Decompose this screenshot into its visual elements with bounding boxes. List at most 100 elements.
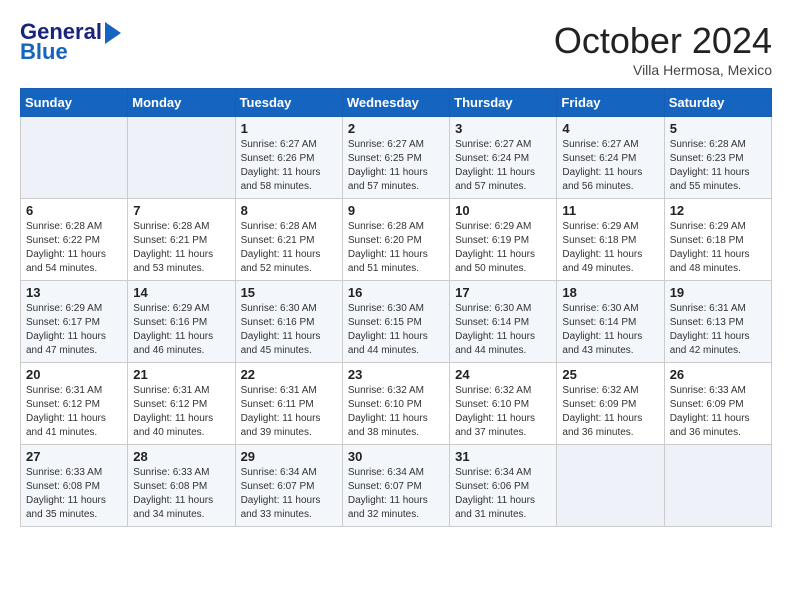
day-info: Sunrise: 6:27 AM Sunset: 6:24 PM Dayligh…	[562, 138, 658, 194]
day-info: Sunrise: 6:31 AM Sunset: 6:12 PM Dayligh…	[26, 384, 122, 440]
day-number: 27	[26, 449, 122, 464]
calendar-day-cell: 28 Sunrise: 6:33 AM Sunset: 6:08 PM Dayli…	[128, 445, 235, 527]
day-info: Sunrise: 6:30 AM Sunset: 6:14 PM Dayligh…	[562, 302, 658, 358]
day-info: Sunrise: 6:34 AM Sunset: 6:07 PM Dayligh…	[241, 466, 337, 522]
calendar-week-row: 1 Sunrise: 6:27 AM Sunset: 6:26 PM Daylig…	[21, 117, 772, 199]
calendar-day-cell: 14 Sunrise: 6:29 AM Sunset: 6:16 PM Dayli…	[128, 281, 235, 363]
calendar-day-cell: 16Sunrise: 6:30 AM Sunset: 6:15 PM Dayli…	[342, 281, 449, 363]
day-number: 31	[455, 449, 551, 464]
day-number: 7	[133, 203, 229, 218]
day-number: 17	[455, 285, 551, 300]
weekday-header: Wednesday	[342, 89, 449, 117]
calendar-day-cell	[128, 117, 235, 199]
day-number: 10	[455, 203, 551, 218]
calendar-day-cell: 7 Sunrise: 6:28 AM Sunset: 6:21 PM Daylig…	[128, 199, 235, 281]
day-info: Sunrise: 6:29 AM Sunset: 6:17 PM Dayligh…	[26, 302, 122, 358]
calendar: SundayMondayTuesdayWednesdayThursdayFrid…	[20, 88, 772, 527]
calendar-day-cell: 1 Sunrise: 6:27 AM Sunset: 6:26 PM Daylig…	[235, 117, 342, 199]
calendar-day-cell: 22Sunrise: 6:31 AM Sunset: 6:11 PM Dayli…	[235, 363, 342, 445]
calendar-day-cell: 13Sunrise: 6:29 AM Sunset: 6:17 PM Dayli…	[21, 281, 128, 363]
calendar-header-row: SundayMondayTuesdayWednesdayThursdayFrid…	[21, 89, 772, 117]
day-info: Sunrise: 6:30 AM Sunset: 6:14 PM Dayligh…	[455, 302, 551, 358]
day-info: Sunrise: 6:29 AM Sunset: 6:18 PM Dayligh…	[562, 220, 658, 276]
day-number: 18	[562, 285, 658, 300]
day-number: 28	[133, 449, 229, 464]
calendar-day-cell: 26 Sunrise: 6:33 AM Sunset: 6:09 PM Dayli…	[664, 363, 771, 445]
day-info: Sunrise: 6:32 AM Sunset: 6:10 PM Dayligh…	[455, 384, 551, 440]
day-info: Sunrise: 6:28 AM Sunset: 6:23 PM Dayligh…	[670, 138, 766, 194]
calendar-day-cell: 20 Sunrise: 6:31 AM Sunset: 6:12 PM Dayli…	[21, 363, 128, 445]
day-number: 24	[455, 367, 551, 382]
calendar-day-cell: 18 Sunrise: 6:30 AM Sunset: 6:14 PM Dayli…	[557, 281, 664, 363]
calendar-day-cell: 23 Sunrise: 6:32 AM Sunset: 6:10 PM Dayli…	[342, 363, 449, 445]
day-number: 25	[562, 367, 658, 382]
day-info: Sunrise: 6:27 AM Sunset: 6:25 PM Dayligh…	[348, 138, 444, 194]
day-info: Sunrise: 6:33 AM Sunset: 6:08 PM Dayligh…	[26, 466, 122, 522]
day-info: Sunrise: 6:34 AM Sunset: 6:07 PM Dayligh…	[348, 466, 444, 522]
day-number: 20	[26, 367, 122, 382]
day-info: Sunrise: 6:29 AM Sunset: 6:18 PM Dayligh…	[670, 220, 766, 276]
day-info: Sunrise: 6:28 AM Sunset: 6:22 PM Dayligh…	[26, 220, 122, 276]
calendar-day-cell: 4 Sunrise: 6:27 AM Sunset: 6:24 PM Daylig…	[557, 117, 664, 199]
day-number: 8	[241, 203, 337, 218]
day-info: Sunrise: 6:30 AM Sunset: 6:16 PM Dayligh…	[241, 302, 337, 358]
day-number: 1	[241, 121, 337, 136]
weekday-header: Tuesday	[235, 89, 342, 117]
calendar-day-cell: 15 Sunrise: 6:30 AM Sunset: 6:16 PM Dayli…	[235, 281, 342, 363]
day-number: 12	[670, 203, 766, 218]
day-info: Sunrise: 6:27 AM Sunset: 6:26 PM Dayligh…	[241, 138, 337, 194]
day-number: 9	[348, 203, 444, 218]
day-number: 14	[133, 285, 229, 300]
day-info: Sunrise: 6:27 AM Sunset: 6:24 PM Dayligh…	[455, 138, 551, 194]
calendar-day-cell: 2Sunrise: 6:27 AM Sunset: 6:25 PM Daylig…	[342, 117, 449, 199]
day-info: Sunrise: 6:31 AM Sunset: 6:13 PM Dayligh…	[670, 302, 766, 358]
calendar-day-cell: 24 Sunrise: 6:32 AM Sunset: 6:10 PM Dayli…	[450, 363, 557, 445]
day-info: Sunrise: 6:28 AM Sunset: 6:20 PM Dayligh…	[348, 220, 444, 276]
day-info: Sunrise: 6:34 AM Sunset: 6:06 PM Dayligh…	[455, 466, 551, 522]
header: General Blue October 2024 Villa Hermosa,…	[20, 20, 772, 78]
weekday-header: Sunday	[21, 89, 128, 117]
day-number: 26	[670, 367, 766, 382]
calendar-day-cell: 31 Sunrise: 6:34 AM Sunset: 6:06 PM Dayli…	[450, 445, 557, 527]
location: Villa Hermosa, Mexico	[554, 62, 772, 78]
calendar-day-cell: 5 Sunrise: 6:28 AM Sunset: 6:23 PM Daylig…	[664, 117, 771, 199]
calendar-day-cell	[21, 117, 128, 199]
logo: General Blue	[20, 20, 121, 64]
calendar-day-cell: 12 Sunrise: 6:29 AM Sunset: 6:18 PM Dayli…	[664, 199, 771, 281]
day-info: Sunrise: 6:31 AM Sunset: 6:11 PM Dayligh…	[241, 384, 337, 440]
calendar-week-row: 27 Sunrise: 6:33 AM Sunset: 6:08 PM Dayli…	[21, 445, 772, 527]
calendar-day-cell: 6Sunrise: 6:28 AM Sunset: 6:22 PM Daylig…	[21, 199, 128, 281]
day-info: Sunrise: 6:32 AM Sunset: 6:09 PM Dayligh…	[562, 384, 658, 440]
title-area: October 2024 Villa Hermosa, Mexico	[554, 20, 772, 78]
calendar-week-row: 13Sunrise: 6:29 AM Sunset: 6:17 PM Dayli…	[21, 281, 772, 363]
day-info: Sunrise: 6:33 AM Sunset: 6:08 PM Dayligh…	[133, 466, 229, 522]
day-info: Sunrise: 6:32 AM Sunset: 6:10 PM Dayligh…	[348, 384, 444, 440]
day-number: 23	[348, 367, 444, 382]
day-info: Sunrise: 6:29 AM Sunset: 6:19 PM Dayligh…	[455, 220, 551, 276]
calendar-day-cell	[664, 445, 771, 527]
day-info: Sunrise: 6:31 AM Sunset: 6:12 PM Dayligh…	[133, 384, 229, 440]
day-number: 3	[455, 121, 551, 136]
page: General Blue October 2024 Villa Hermosa,…	[0, 0, 792, 547]
day-number: 19	[670, 285, 766, 300]
calendar-day-cell: 11 Sunrise: 6:29 AM Sunset: 6:18 PM Dayli…	[557, 199, 664, 281]
calendar-day-cell: 25 Sunrise: 6:32 AM Sunset: 6:09 PM Dayli…	[557, 363, 664, 445]
calendar-day-cell: 9 Sunrise: 6:28 AM Sunset: 6:20 PM Daylig…	[342, 199, 449, 281]
calendar-week-row: 6Sunrise: 6:28 AM Sunset: 6:22 PM Daylig…	[21, 199, 772, 281]
day-number: 15	[241, 285, 337, 300]
calendar-day-cell: 10 Sunrise: 6:29 AM Sunset: 6:19 PM Dayli…	[450, 199, 557, 281]
day-info: Sunrise: 6:28 AM Sunset: 6:21 PM Dayligh…	[133, 220, 229, 276]
calendar-day-cell: 29 Sunrise: 6:34 AM Sunset: 6:07 PM Dayli…	[235, 445, 342, 527]
day-number: 11	[562, 203, 658, 218]
day-number: 5	[670, 121, 766, 136]
calendar-day-cell: 27 Sunrise: 6:33 AM Sunset: 6:08 PM Dayli…	[21, 445, 128, 527]
day-number: 29	[241, 449, 337, 464]
day-number: 4	[562, 121, 658, 136]
day-number: 21	[133, 367, 229, 382]
day-info: Sunrise: 6:29 AM Sunset: 6:16 PM Dayligh…	[133, 302, 229, 358]
day-info: Sunrise: 6:33 AM Sunset: 6:09 PM Dayligh…	[670, 384, 766, 440]
weekday-header: Saturday	[664, 89, 771, 117]
weekday-header: Thursday	[450, 89, 557, 117]
calendar-day-cell: 17 Sunrise: 6:30 AM Sunset: 6:14 PM Dayli…	[450, 281, 557, 363]
calendar-day-cell	[557, 445, 664, 527]
